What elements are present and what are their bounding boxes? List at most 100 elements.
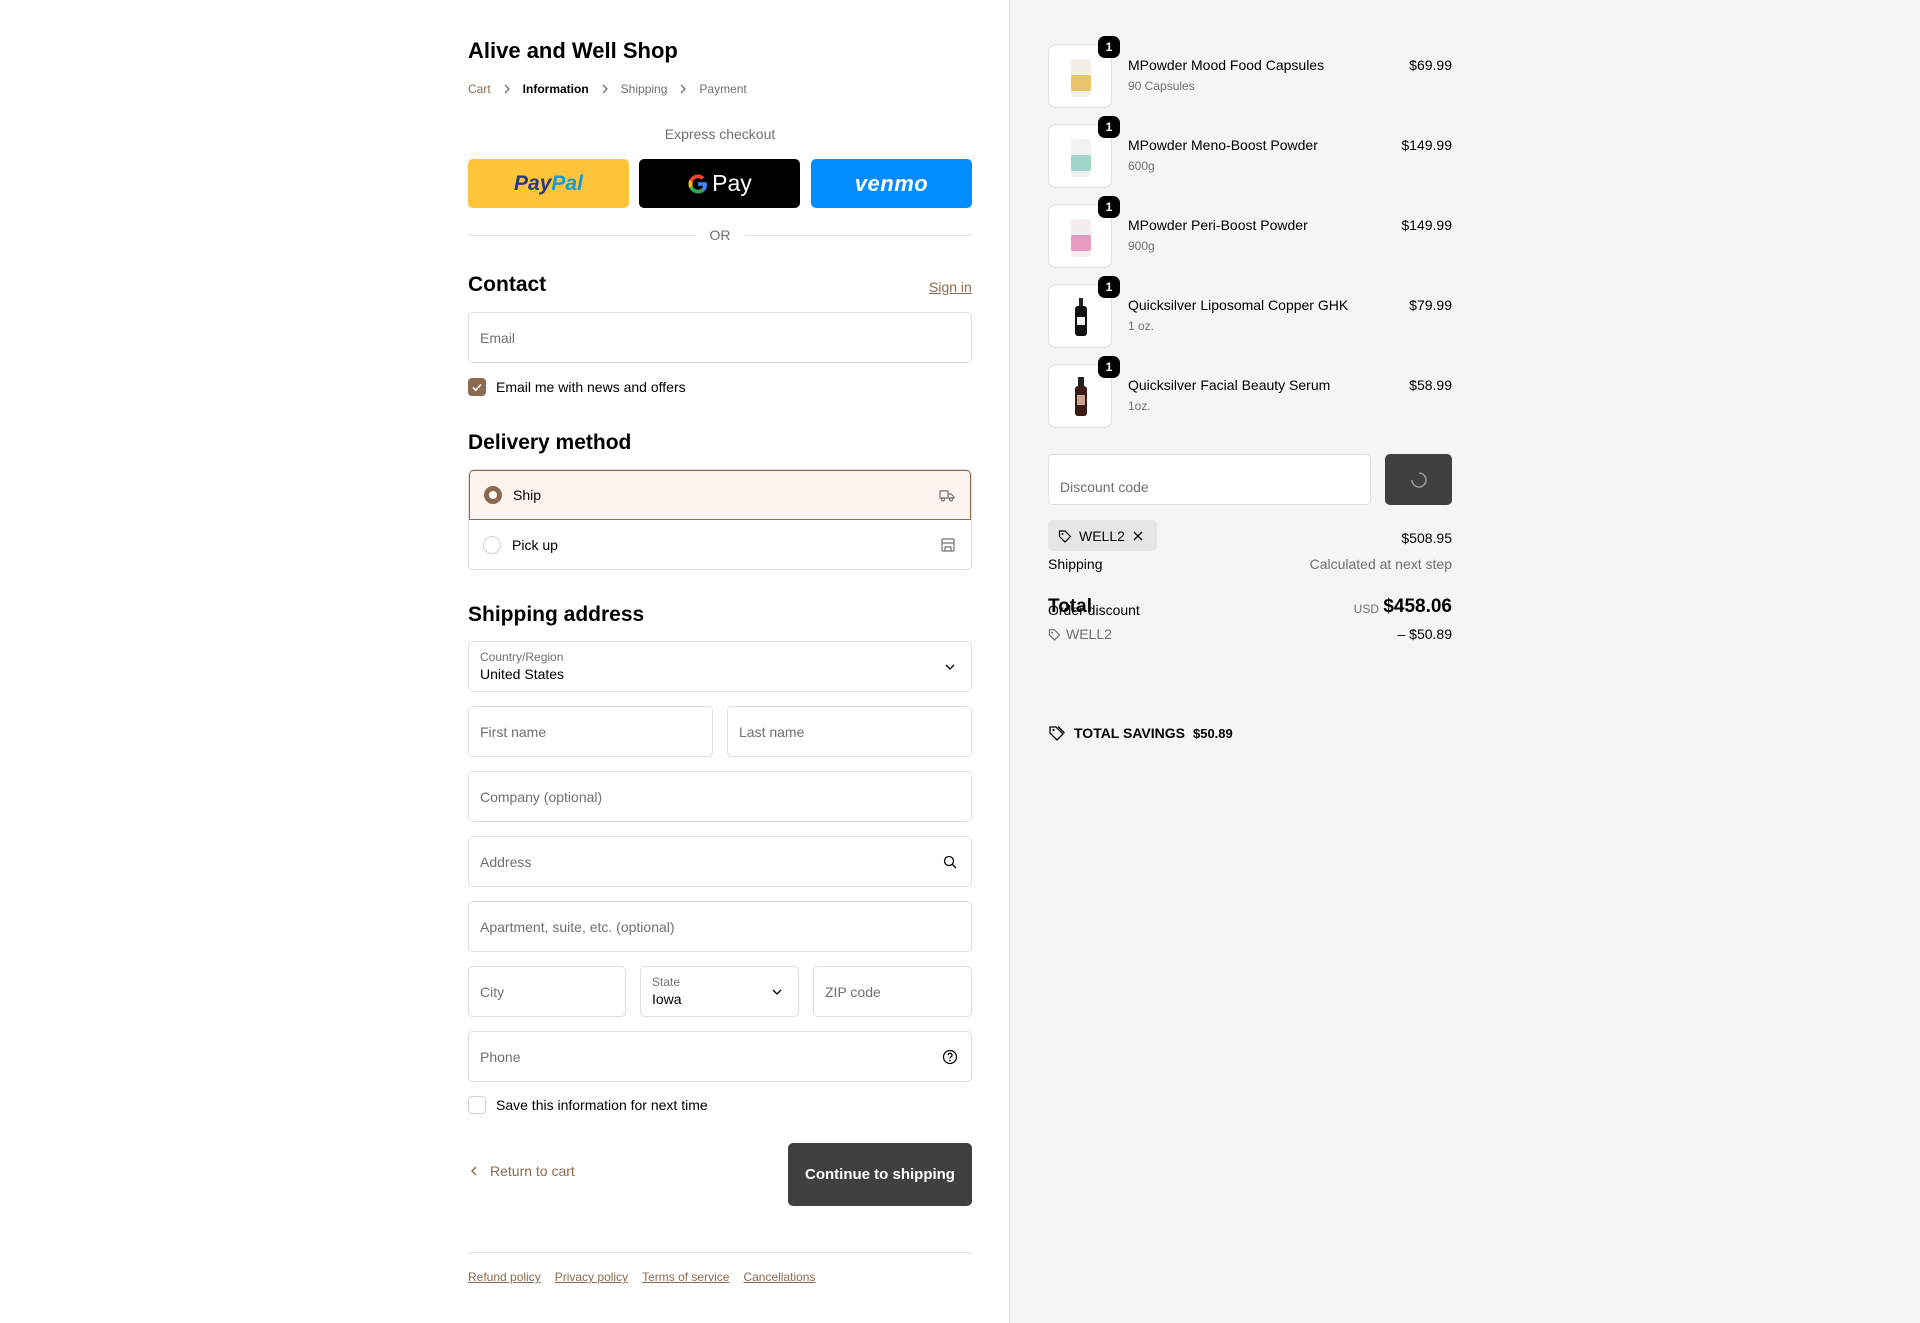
privacy-policy-link[interactable]: Privacy policy xyxy=(555,1270,628,1284)
tags-icon xyxy=(1049,726,1065,741)
google-g-icon xyxy=(688,174,708,193)
help-circle-icon[interactable] xyxy=(942,1049,958,1065)
item-price: $149.99 xyxy=(1401,217,1452,233)
checkout-main: Alive and Well Shop Cart Information Shi… xyxy=(0,0,1010,1323)
shop-title[interactable]: Alive and Well Shop xyxy=(468,38,678,64)
item-variant: 1oz. xyxy=(1128,399,1151,413)
chevron-down-icon xyxy=(772,989,782,995)
tag-icon xyxy=(1048,628,1061,641)
save-info-checkbox[interactable] xyxy=(468,1096,486,1114)
state-value: Iowa xyxy=(652,991,682,1007)
item-price: $79.99 xyxy=(1409,297,1452,313)
quantity-badge: 1 xyxy=(1098,36,1120,58)
chevron-left-icon xyxy=(471,1166,477,1176)
tag-icon xyxy=(1058,529,1072,543)
apartment-field[interactable]: Apartment, suite, etc. (optional) xyxy=(468,901,972,952)
news-checkbox[interactable] xyxy=(468,378,486,396)
delivery-option-ship[interactable]: Ship xyxy=(469,470,971,520)
item-name: Quicksilver Liposomal Copper GHK xyxy=(1128,297,1349,313)
discount-code-detail: WELL2 xyxy=(1048,626,1452,642)
first-name-field[interactable]: First name xyxy=(468,706,713,757)
item-name: MPowder Meno-Boost Powder xyxy=(1128,137,1318,153)
breadcrumb: Cart Information Shipping Payment xyxy=(468,82,747,96)
breadcrumb-cart[interactable]: Cart xyxy=(468,82,491,96)
ship-radio[interactable] xyxy=(484,486,502,504)
email-field[interactable]: Email xyxy=(468,312,972,363)
item-variant: 600g xyxy=(1128,159,1155,173)
item-price: $69.99 xyxy=(1409,57,1452,73)
shipping-label: Shipping xyxy=(1048,556,1103,572)
line-item: 1 MPowder Peri-Boost Powder 900g $149.99 xyxy=(1048,196,1452,268)
email-placeholder: Email xyxy=(480,329,516,346)
search-icon xyxy=(943,855,957,868)
last-name-placeholder: Last name xyxy=(739,723,805,740)
truck-icon xyxy=(939,490,955,502)
zip-field[interactable]: ZIP code xyxy=(813,966,972,1017)
express-checkout-label: Express checkout xyxy=(664,126,776,142)
item-name: MPowder Mood Food Capsules xyxy=(1128,57,1325,73)
paypal-button[interactable]: PayPal xyxy=(468,159,629,208)
terms-of-service-link[interactable]: Terms of service xyxy=(642,1270,729,1284)
save-info-row[interactable]: Save this information for next time xyxy=(468,1096,708,1114)
line-item: 1 MPowder Mood Food Capsules 90 Capsules… xyxy=(1048,36,1452,108)
quantity-badge: 1 xyxy=(1098,196,1120,218)
applied-discount-chip: WELL2 xyxy=(1048,520,1157,551)
cancellations-link[interactable]: Cancellations xyxy=(743,1270,815,1284)
state-select[interactable]: State Iowa xyxy=(640,966,799,1017)
total-savings-value: $50.89 xyxy=(1192,725,1233,741)
order-discount-label: Order discount xyxy=(1048,602,1140,618)
first-name-placeholder: First name xyxy=(480,723,547,740)
city-field[interactable]: City xyxy=(468,966,626,1017)
google-pay-logo: Pay xyxy=(687,170,752,197)
or-divider: OR xyxy=(468,226,972,244)
shipping-row: Shipping Calculated at next step xyxy=(1048,556,1452,572)
shipping-value: Calculated at next step xyxy=(1309,556,1452,572)
country-label: Country/Region xyxy=(480,650,564,664)
pickup-radio[interactable] xyxy=(483,536,501,554)
chevron-down-icon xyxy=(945,664,955,670)
phone-field[interactable]: Phone xyxy=(468,1031,972,1082)
or-label: OR xyxy=(709,227,731,243)
return-to-cart-label: Return to cart xyxy=(490,1163,575,1179)
apartment-placeholder: Apartment, suite, etc. (optional) xyxy=(480,918,675,935)
chevron-right-icon xyxy=(504,84,510,94)
quantity-badge: 1 xyxy=(1098,116,1120,138)
quantity-badge: 1 xyxy=(1098,356,1120,378)
venmo-button[interactable]: venmo xyxy=(811,159,972,208)
line-item: 1 Quicksilver Liposomal Copper GHK 1 oz.… xyxy=(1048,276,1452,348)
venmo-logo: venmo xyxy=(854,170,929,196)
total-savings-label: TOTAL SAVINGS xyxy=(1074,725,1185,741)
last-name-field[interactable]: Last name xyxy=(727,706,972,757)
loading-spinner-icon xyxy=(1410,471,1427,488)
continue-to-shipping-button[interactable]: Continue to shipping xyxy=(788,1143,972,1206)
sign-in-link[interactable]: Sign in xyxy=(929,279,972,295)
company-placeholder: Company (optional) xyxy=(480,788,603,805)
contact-heading: Contact xyxy=(468,273,547,296)
phone-placeholder: Phone xyxy=(480,1048,521,1065)
shipping-address-heading: Shipping address xyxy=(468,603,645,626)
country-select[interactable]: Country/Region United States xyxy=(468,641,972,692)
breadcrumb-shipping: Shipping xyxy=(620,82,668,96)
city-placeholder: City xyxy=(480,983,505,1000)
discount-code-label: WELL2 xyxy=(1066,626,1112,642)
item-price: $58.99 xyxy=(1409,377,1452,393)
pickup-label: Pick up xyxy=(512,537,558,553)
quantity-badge: 1 xyxy=(1098,276,1120,298)
breadcrumb-information: Information xyxy=(522,82,589,96)
address-field[interactable]: Address xyxy=(468,836,972,887)
refund-policy-link[interactable]: Refund policy xyxy=(468,1270,541,1284)
return-to-cart-link[interactable]: Return to cart xyxy=(468,1163,575,1179)
subtotal-value: $508.95 xyxy=(1401,530,1452,546)
line-item: 1 Quicksilver Facial Beauty Serum 1oz. $… xyxy=(1048,356,1452,428)
apply-discount-button[interactable] xyxy=(1385,454,1452,505)
company-field[interactable]: Company (optional) xyxy=(468,771,972,822)
delivery-option-pickup[interactable]: Pick up xyxy=(469,520,971,569)
news-checkbox-row[interactable]: Email me with news and offers xyxy=(468,378,686,396)
discount-code-field[interactable]: Discount code xyxy=(1048,454,1371,505)
discount-value: – $50.89 xyxy=(1397,626,1453,642)
delivery-method-group: Ship Pick up xyxy=(468,469,972,570)
divider-line xyxy=(468,234,696,236)
remove-discount-icon[interactable] xyxy=(1132,530,1144,542)
order-summary xyxy=(1009,0,1920,1323)
google-pay-button[interactable]: Pay xyxy=(639,159,800,208)
